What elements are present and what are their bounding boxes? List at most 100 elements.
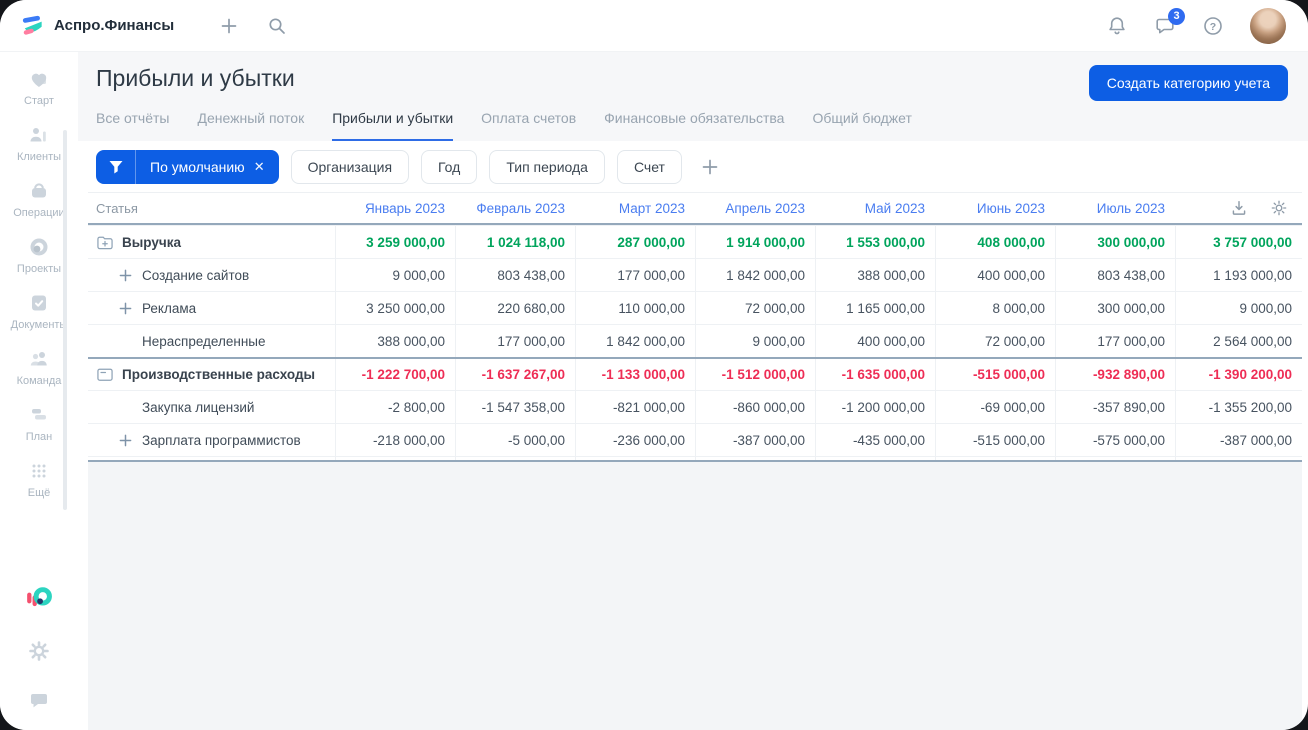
search-icon[interactable]: [266, 15, 288, 37]
folder-minus-icon[interactable]: [96, 366, 114, 384]
table-row: Создание сайтов 9 000,00 803 438,00 177 000…: [88, 258, 1302, 291]
person-chart-icon: [28, 124, 50, 146]
remove-filter-icon[interactable]: ✕: [254, 159, 265, 175]
value-cell: -387 000,00: [695, 424, 815, 456]
download-icon[interactable]: [1228, 197, 1250, 219]
value-cell: -1 512 000,00: [695, 359, 815, 390]
partial-next-row: [88, 460, 1302, 730]
feedback-chat-icon[interactable]: [28, 690, 50, 712]
month-column-header[interactable]: Март 2023: [575, 193, 695, 223]
tab-финансовые-обязательства[interactable]: Финансовые обязательства: [604, 110, 784, 142]
value-cell: 1 165 000,00: [815, 292, 935, 324]
sidebar-item-6[interactable]: Команда: [11, 348, 68, 387]
month-column-header[interactable]: Июль 2023: [1055, 193, 1175, 223]
user-avatar[interactable]: [1250, 7, 1286, 44]
sidebar-item-7[interactable]: План: [11, 404, 68, 443]
row-label[interactable]: Производственные расходы: [88, 359, 335, 390]
filter-bar: По умолчанию ✕ Организация Год Тип периода…: [78, 141, 1308, 192]
tab-общий-бюджет[interactable]: Общий бюджет: [812, 110, 911, 142]
sidebar-item-label: Документы: [10, 319, 68, 331]
top-bar: Аспро.Финансы 3 ?: [0, 0, 1308, 52]
chat-badge: 3: [1168, 7, 1185, 25]
month-column-header[interactable]: Февраль 2023: [455, 193, 575, 223]
sidebar-item-label: Клиенты: [16, 151, 62, 163]
sidebar-item-2[interactable]: Клиенты: [11, 124, 68, 163]
filter-chip-тип-периода[interactable]: Тип периода: [489, 149, 605, 184]
row-label[interactable]: Реклама: [88, 292, 335, 324]
sidebar-item-1[interactable]: Старт: [11, 68, 68, 107]
row-label-text: Создание сайтов: [142, 267, 250, 283]
brand[interactable]: Аспро.Финансы: [22, 14, 174, 37]
no-icon: [118, 332, 132, 350]
month-column-header[interactable]: Январь 2023: [335, 193, 455, 223]
row-label-text: Реклама: [142, 300, 197, 316]
row-label[interactable]: Выручка: [88, 226, 335, 258]
month-column-header[interactable]: Июнь 2023: [935, 193, 1055, 223]
notifications-bell-icon[interactable]: [1106, 15, 1128, 37]
value-cell: -515 000,00: [935, 359, 1055, 390]
value-cell: 1 914 000,00: [695, 226, 815, 258]
tab-денежный-поток[interactable]: Денежный поток: [197, 110, 304, 142]
pie-icon: [28, 236, 50, 258]
value-cell: -1 637 267,00: [455, 359, 575, 390]
settings-gear-icon[interactable]: [28, 640, 50, 662]
value-cell: -69 000,00: [935, 391, 1055, 423]
sidebar-item-8[interactable]: Ещё: [11, 460, 68, 499]
value-cell: -1 635 000,00: [815, 359, 935, 390]
sidebar-item-5[interactable]: Документы: [10, 292, 68, 331]
row-label[interactable]: Зарплата программистов: [88, 424, 335, 456]
value-cell: 388 000,00: [335, 325, 455, 357]
row-label-text: Производственные расходы: [122, 367, 316, 382]
month-column-header[interactable]: Апрель 2023: [695, 193, 815, 223]
app-window: Аспро.Финансы 3 ? Старт Клиенты Операции…: [0, 0, 1308, 730]
tab-оплата-счетов[interactable]: Оплата счетов: [481, 110, 576, 142]
value-cell: 9 000,00: [695, 325, 815, 357]
value-cell: -357 890,00: [1055, 391, 1175, 423]
sidebar-item-label: Операции: [13, 207, 65, 219]
help-icon[interactable]: ?: [1202, 15, 1224, 37]
sidebar-scrollbar[interactable]: [63, 130, 67, 510]
default-filter-label: По умолчанию: [150, 158, 245, 175]
main-content: Прибыли и убытки Создать категорию учета…: [78, 52, 1308, 730]
value-cell: 1 024 118,00: [455, 226, 575, 258]
add-filter-icon[interactable]: [700, 157, 720, 177]
value-cell: 287 000,00: [575, 226, 695, 258]
tab-прибыли-и-убытки[interactable]: Прибыли и убытки: [332, 110, 454, 142]
filter-chip-год[interactable]: Год: [421, 149, 478, 184]
table-settings-gear-icon[interactable]: [1268, 197, 1290, 219]
funnel-icon[interactable]: [96, 149, 136, 184]
value-cell: 803 438,00: [1055, 259, 1175, 291]
tab-все-отчёты[interactable]: Все отчёты: [96, 110, 169, 142]
value-cell: 9 000,00: [1175, 292, 1302, 324]
value-cell: 1 193 000,00: [1175, 259, 1302, 291]
default-filter-button[interactable]: По умолчанию ✕: [96, 149, 279, 184]
value-cell: 110 000,00: [575, 292, 695, 324]
value-cell: -1 222 700,00: [335, 359, 455, 390]
value-cell: -515 000,00: [935, 424, 1055, 456]
expand-plus-icon[interactable]: [118, 299, 132, 317]
month-column-header[interactable]: Май 2023: [815, 193, 935, 223]
value-cell: 8 000,00: [935, 292, 1055, 324]
product-logo-icon[interactable]: [25, 584, 53, 612]
create-category-button[interactable]: Создать категорию учета: [1088, 65, 1288, 101]
value-cell: -1 200 000,00: [815, 391, 935, 423]
expand-plus-icon[interactable]: [118, 431, 132, 449]
page-title: Прибыли и убытки: [96, 65, 295, 91]
filter-chip-счет[interactable]: Счет: [616, 149, 682, 184]
chat-icon[interactable]: 3: [1154, 7, 1185, 37]
filter-chip-организация[interactable]: Организация: [290, 149, 410, 184]
value-cell: 177 000,00: [575, 259, 695, 291]
sidebar-item-3[interactable]: Операции: [11, 180, 68, 219]
expand-plus-icon[interactable]: [118, 266, 132, 284]
value-cell: 400 000,00: [815, 325, 935, 357]
no-icon: [118, 398, 132, 416]
value-cell: 400 000,00: [935, 259, 1055, 291]
report-tabs: Все отчёты Денежный поток Прибыли и убытки…: [96, 110, 1288, 142]
sidebar-item-label: Команда: [16, 375, 62, 387]
sidebar-item-4[interactable]: Проекты: [11, 236, 68, 275]
row-label[interactable]: Создание сайтов: [88, 259, 335, 291]
sidebar-item-label: Старт: [24, 95, 54, 107]
folder-plus-icon[interactable]: [96, 233, 114, 251]
table-row: Зарплата программистов -218 000,00 -5 000,…: [88, 423, 1302, 456]
add-icon[interactable]: [218, 15, 240, 37]
